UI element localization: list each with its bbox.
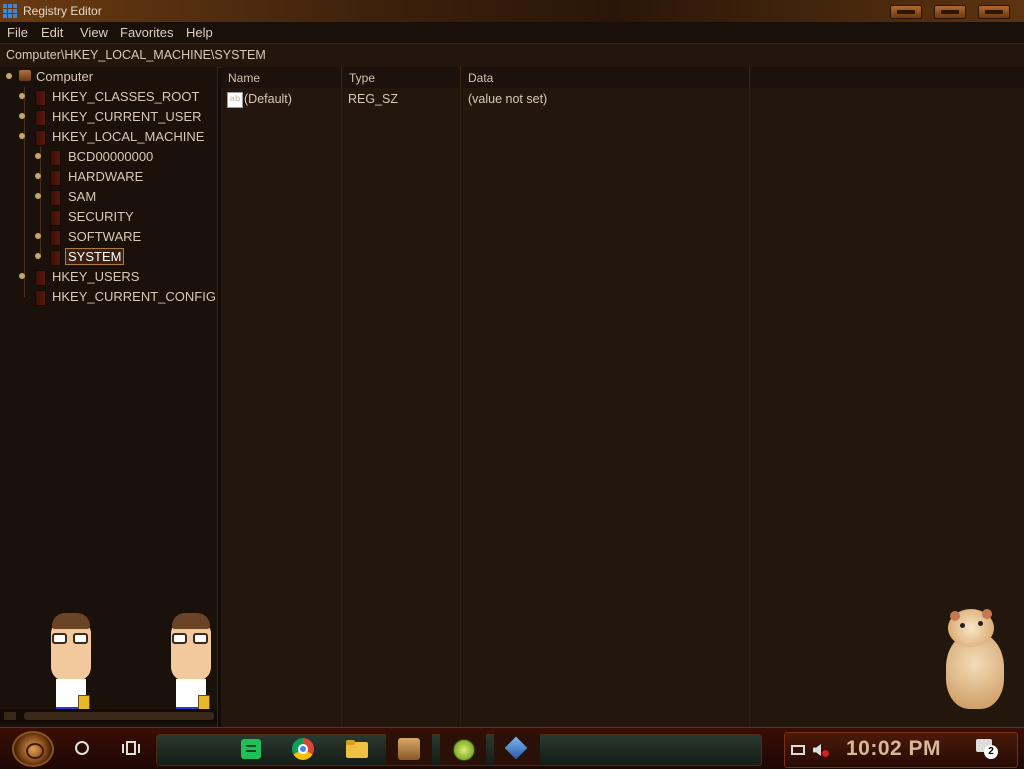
expand-toggle-icon[interactable] bbox=[35, 233, 41, 239]
menu-help[interactable]: Help bbox=[186, 25, 213, 40]
expand-toggle-icon[interactable] bbox=[19, 113, 25, 119]
folder-icon bbox=[35, 90, 46, 106]
taskbar-clock[interactable]: 10:02 PM bbox=[846, 737, 941, 761]
chrome-icon[interactable] bbox=[292, 738, 314, 760]
collapse-toggle-icon[interactable] bbox=[19, 133, 25, 139]
tree-node-security[interactable]: SECURITY bbox=[0, 207, 217, 227]
folder-icon bbox=[50, 150, 61, 166]
tree-node-system[interactable]: SYSTEM bbox=[0, 247, 217, 267]
expand-toggle-icon[interactable] bbox=[6, 73, 12, 79]
expand-toggle-icon[interactable] bbox=[35, 193, 41, 199]
sticky-notes-icon[interactable] bbox=[240, 738, 262, 760]
expand-toggle-icon[interactable] bbox=[19, 273, 25, 279]
start-button[interactable] bbox=[12, 731, 54, 767]
menu-favorites[interactable]: Favorites bbox=[120, 25, 173, 40]
expand-toggle-icon[interactable] bbox=[35, 153, 41, 159]
registry-editor-icon bbox=[3, 4, 17, 18]
expand-toggle-icon[interactable] bbox=[35, 173, 41, 179]
string-value-icon: ab bbox=[227, 92, 243, 108]
folder-icon bbox=[35, 130, 46, 146]
muted-badge-icon bbox=[822, 750, 829, 757]
menu-view[interactable]: View bbox=[80, 25, 108, 40]
value-data: (value not set) bbox=[468, 92, 548, 106]
game-icon[interactable] bbox=[386, 733, 432, 765]
tree-node-computer[interactable]: Computer bbox=[0, 67, 217, 87]
notifications-button[interactable]: 2 bbox=[976, 739, 998, 759]
tree-node-hklm[interactable]: HKEY_LOCAL_MACHINE bbox=[0, 127, 217, 147]
address-path[interactable]: Computer\HKEY_LOCAL_MACHINE\SYSTEM bbox=[6, 48, 266, 62]
cube-icon[interactable] bbox=[494, 733, 540, 765]
value-name: (Default) bbox=[244, 92, 292, 106]
list-header: Name Type Data bbox=[221, 67, 1024, 88]
cartoon-character-image bbox=[166, 613, 216, 723]
file-explorer-icon[interactable] bbox=[346, 738, 368, 760]
scroll-left-arrow-icon[interactable] bbox=[4, 712, 16, 720]
scrollbar-thumb[interactable] bbox=[24, 712, 214, 720]
tree-node-hkcu[interactable]: HKEY_CURRENT_USER bbox=[0, 107, 217, 127]
search-circle-icon[interactable] bbox=[75, 741, 89, 755]
value-type: REG_SZ bbox=[348, 92, 399, 106]
column-header-name[interactable]: Name bbox=[221, 67, 342, 88]
expand-toggle-icon[interactable] bbox=[35, 253, 41, 259]
values-list-pane[interactable]: Name Type Data ab (Default) REG_SZ (valu… bbox=[221, 67, 1024, 727]
minimize-button[interactable] bbox=[890, 5, 922, 19]
folder-icon bbox=[50, 170, 61, 186]
title-bar: Registry Editor bbox=[0, 0, 1024, 22]
volume-muted-icon[interactable] bbox=[813, 744, 821, 756]
menu-edit[interactable]: Edit bbox=[41, 25, 63, 40]
tree-node-bcd[interactable]: BCD00000000 bbox=[0, 147, 217, 167]
folder-icon bbox=[35, 290, 46, 306]
network-icon[interactable] bbox=[791, 745, 805, 755]
folder-icon bbox=[50, 210, 61, 226]
tree-node-hku[interactable]: HKEY_USERS bbox=[0, 267, 217, 287]
folder-icon bbox=[35, 270, 46, 286]
green-circle-icon[interactable] bbox=[440, 733, 486, 765]
tree-horizontal-scrollbar[interactable] bbox=[0, 709, 217, 723]
window-title: Registry Editor bbox=[23, 4, 102, 18]
column-header-type[interactable]: Type bbox=[342, 67, 461, 88]
computer-icon bbox=[19, 70, 31, 81]
notification-count: 2 bbox=[984, 745, 998, 759]
tree-node-hkcr[interactable]: HKEY_CLASSES_ROOT bbox=[0, 87, 217, 107]
tree-node-sam[interactable]: SAM bbox=[0, 187, 217, 207]
hamster-image bbox=[940, 605, 1010, 710]
address-bar[interactable]: Computer\HKEY_LOCAL_MACHINE\SYSTEM bbox=[0, 43, 1024, 68]
table-row[interactable]: ab (Default) REG_SZ (value not set) bbox=[221, 89, 1024, 109]
tree-node-hardware[interactable]: HARDWARE bbox=[0, 167, 217, 187]
key-tree-pane[interactable]: Computer HKEY_CLASSES_ROOT HKEY_CURRENT_… bbox=[0, 67, 218, 727]
folder-icon bbox=[50, 190, 61, 206]
menu-bar: File Edit View Favorites Help bbox=[0, 22, 1024, 43]
folder-icon bbox=[35, 110, 46, 126]
folder-icon bbox=[50, 230, 61, 246]
folder-icon bbox=[50, 250, 61, 266]
column-header-data[interactable]: Data bbox=[461, 67, 750, 88]
tree-node-software[interactable]: SOFTWARE bbox=[0, 227, 217, 247]
task-view-icon[interactable] bbox=[122, 741, 140, 755]
close-button[interactable] bbox=[978, 5, 1010, 19]
menu-file[interactable]: File bbox=[7, 25, 28, 40]
expand-toggle-icon[interactable] bbox=[19, 93, 25, 99]
tree-node-hkcc[interactable]: HKEY_CURRENT_CONFIG bbox=[0, 287, 217, 307]
maximize-button[interactable] bbox=[934, 5, 966, 19]
cartoon-character-image bbox=[46, 613, 96, 723]
